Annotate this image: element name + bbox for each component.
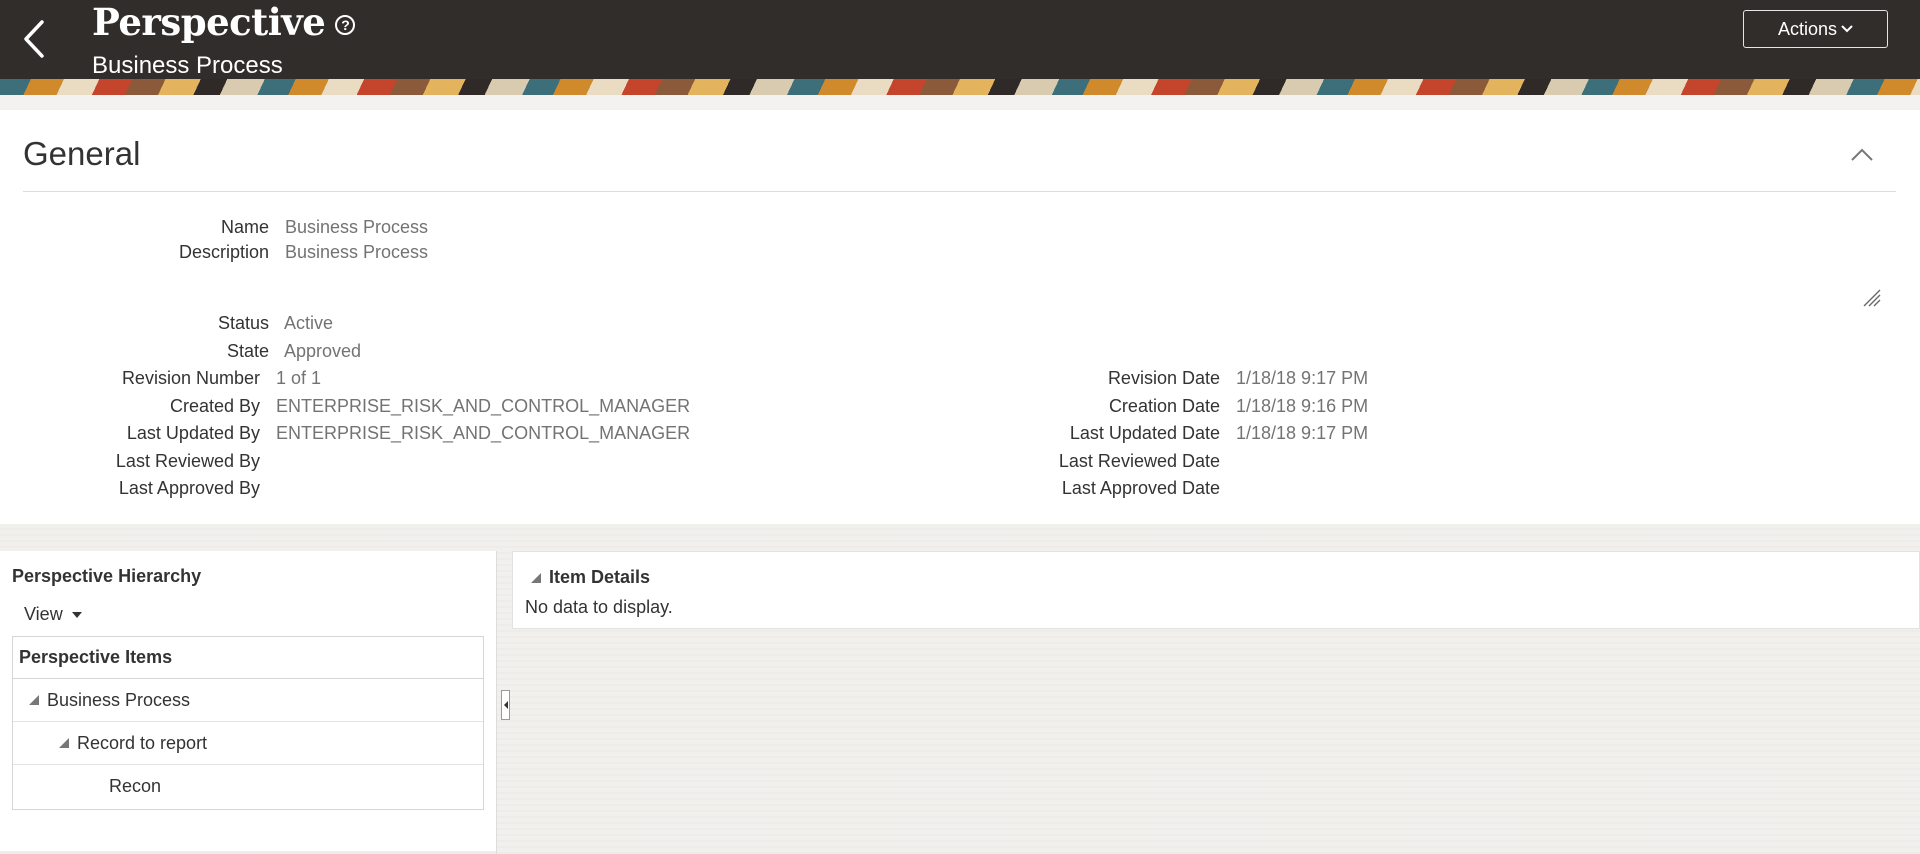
- resize-handle-icon[interactable]: [1862, 288, 1882, 308]
- header-decorative-band: [0, 79, 1920, 95]
- page-header: Perspective ? Business Process Actions: [0, 0, 1920, 95]
- expanded-triangle-icon[interactable]: [531, 572, 541, 583]
- last-updated-date-value: 1/18/18 9:17 PM: [1236, 423, 1369, 443]
- item-details-title: Item Details: [549, 567, 651, 587]
- last-approved-by-label: Last Approved By: [118, 478, 260, 498]
- collapse-general-button[interactable]: [1846, 140, 1878, 168]
- last-updated-by-label: Last Updated By: [126, 423, 260, 443]
- question-circle-icon[interactable]: ?: [335, 15, 356, 35]
- last-updated-by-value: ENTERPRISE_RISK_AND_CONTROL_MANAGER: [276, 423, 691, 443]
- chevron-up-icon: [1851, 148, 1873, 161]
- item-details-pane: Item Details No data to display.: [512, 551, 1920, 629]
- caret-left-icon: [503, 701, 508, 709]
- tree-row-label: Business Process: [47, 689, 191, 710]
- tree-row-label: Record to report: [77, 732, 208, 753]
- status-value: Active: [284, 313, 334, 333]
- revision-number-label: Revision Number: [121, 368, 260, 388]
- page-subtitle: Business Process: [92, 52, 283, 79]
- tree-row-record-to-report[interactable]: Record to report: [13, 722, 483, 765]
- no-data-message: No data to display.: [525, 597, 673, 617]
- revision-number-value: 1 of 1: [276, 368, 322, 388]
- name-value: Business Process: [285, 217, 429, 237]
- perspective-hierarchy-pane: Perspective Hierarchy View Perspective I…: [0, 551, 496, 851]
- creation-date-label: Creation Date: [1108, 396, 1220, 416]
- actions-menu-button[interactable]: Actions: [1743, 10, 1888, 48]
- created-by-label: Created By: [169, 396, 260, 416]
- status-label: Status: [217, 313, 269, 333]
- description-value: Business Process: [285, 242, 429, 262]
- revision-date-value: 1/18/18 9:17 PM: [1236, 368, 1369, 388]
- tree-row-business-process[interactable]: Business Process: [13, 679, 483, 722]
- chevron-down-icon: [1841, 25, 1853, 33]
- perspective-items-tree: Perspective Items Business Process Recor…: [12, 636, 484, 810]
- page-title-group: Perspective ?: [92, 0, 356, 44]
- pane-splitter-collapse-button[interactable]: [501, 690, 510, 720]
- tree-column-header: Perspective Items: [13, 637, 483, 679]
- last-reviewed-date-label: Last Reviewed Date: [1058, 451, 1220, 471]
- section-divider: [23, 191, 1896, 192]
- actions-label: Actions: [1777, 18, 1838, 39]
- expanded-triangle-icon[interactable]: [29, 695, 39, 705]
- view-menu-label: View: [24, 604, 63, 624]
- created-by-value: ENTERPRISE_RISK_AND_CONTROL_MANAGER: [276, 396, 691, 416]
- creation-date-value: 1/18/18 9:16 PM: [1236, 396, 1369, 416]
- general-section-title: General: [23, 135, 141, 172]
- general-section: General Name Business Process Descriptio…: [0, 110, 1920, 524]
- last-updated-date-label: Last Updated Date: [1069, 423, 1220, 443]
- description-label: Description: [178, 242, 269, 262]
- tree-row-recon[interactable]: Recon: [13, 765, 483, 808]
- back-button[interactable]: [14, 18, 54, 60]
- hierarchy-title: Perspective Hierarchy: [12, 566, 202, 586]
- caret-down-icon: [71, 611, 82, 618]
- tree-row-label: Recon: [109, 776, 162, 796]
- name-label: Name: [220, 217, 269, 237]
- state-label: State: [226, 341, 269, 361]
- expanded-triangle-icon[interactable]: [59, 738, 69, 748]
- chevron-left-icon: [24, 20, 44, 58]
- last-reviewed-by-label: Last Reviewed By: [115, 451, 260, 471]
- page-title: Perspective: [92, 0, 326, 44]
- view-menu-button[interactable]: View: [24, 604, 83, 625]
- item-details-header[interactable]: Item Details: [531, 567, 650, 588]
- state-value: Approved: [284, 341, 362, 361]
- last-approved-date-label: Last Approved Date: [1061, 478, 1220, 498]
- revision-date-label: Revision Date: [1107, 368, 1220, 388]
- pane-divider: [496, 551, 497, 854]
